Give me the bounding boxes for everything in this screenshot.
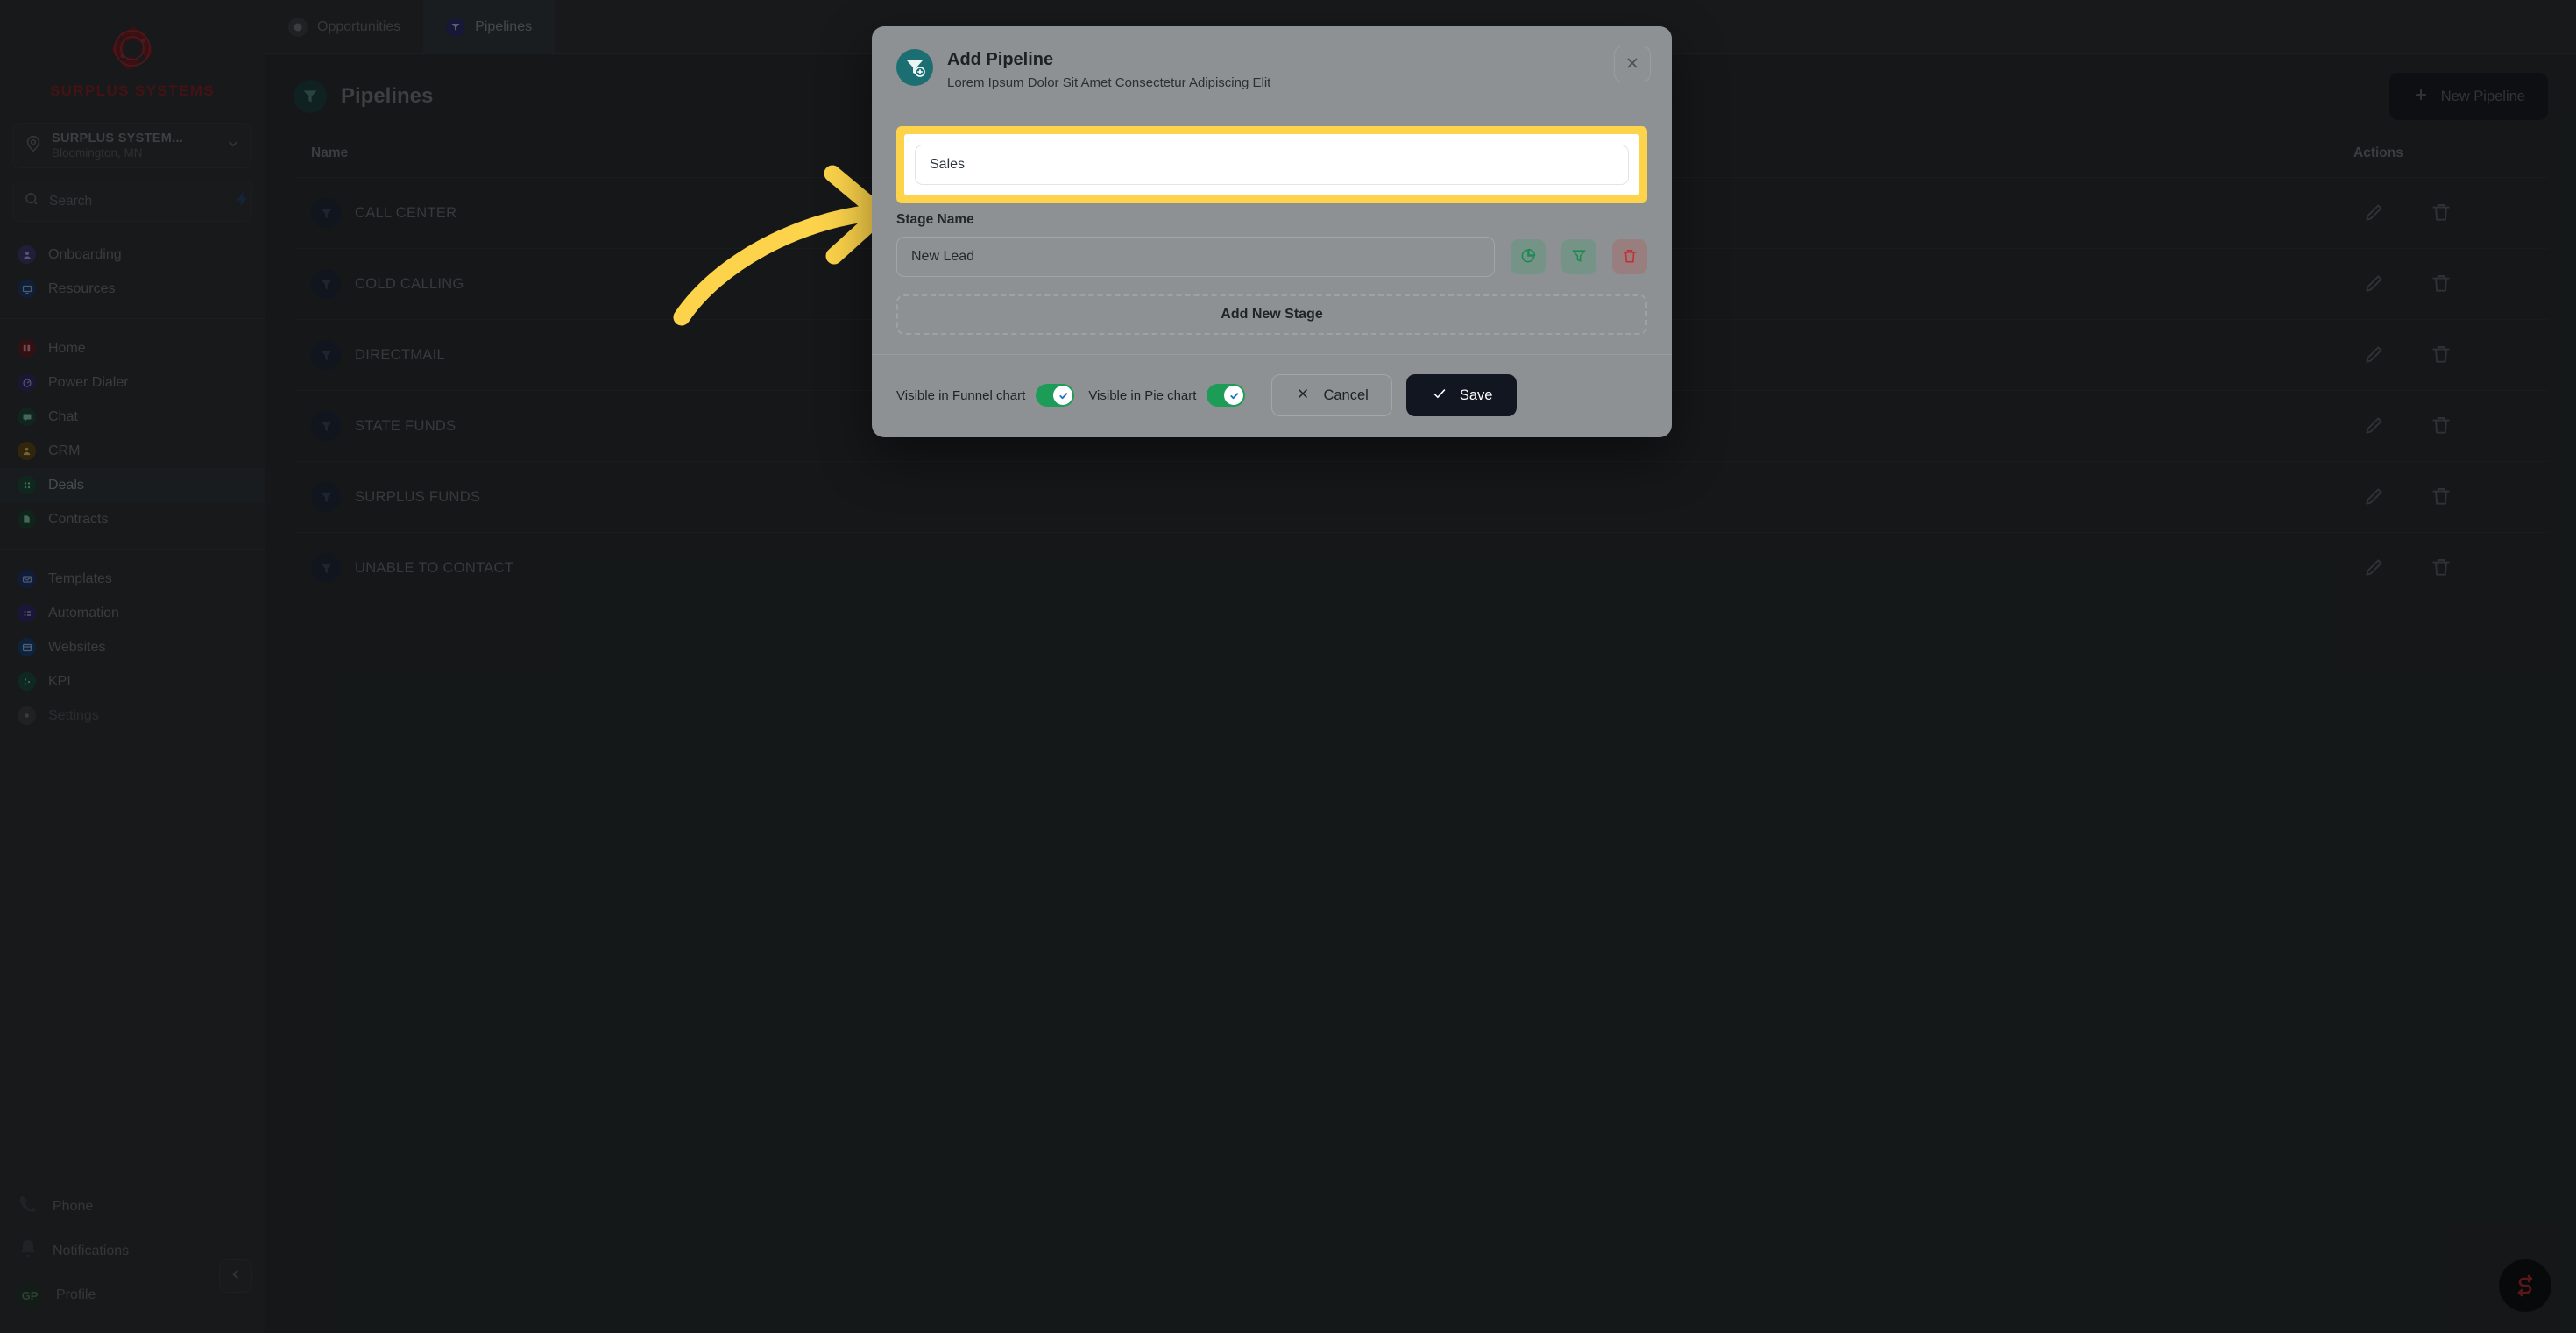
add-new-stage-button[interactable]: Add New Stage [896,294,1647,335]
save-label: Save [1459,386,1493,403]
visible-in-funnel-chart-toggle[interactable] [1036,384,1075,407]
modal-close-button[interactable] [1614,46,1651,82]
funnel-toggle-label: Visible in Funnel chart [896,387,1026,403]
pie-chart-icon [1519,247,1537,267]
stage-name-label: Stage Name [896,212,974,227]
check-icon [1053,386,1073,405]
stage-name-input[interactable] [896,237,1495,277]
modal-subtitle: Lorem Ipsum Dolor Sit Amet Consectetur A… [947,75,1271,90]
pie-visibility-group: Visible in Pie chart [1088,384,1246,407]
modal-title: Add Pipeline [947,50,1054,69]
close-icon [1624,54,1641,74]
pipeline-name-highlight [896,126,1647,203]
stage-delete-button[interactable] [1612,239,1647,274]
stage-pie-chart-button[interactable] [1511,239,1546,274]
trash-icon [1621,247,1638,267]
pie-toggle-label: Visible in Pie chart [1088,387,1197,403]
pipeline-name-input[interactable] [915,145,1629,185]
stage-funnel-button[interactable] [1561,239,1596,274]
check-icon [1431,385,1447,406]
funnel-visibility-group: Visible in Funnel chart [896,384,1075,407]
funnel-icon [1570,247,1588,267]
add-pipeline-icon [896,49,933,86]
check-icon [1224,386,1244,405]
stage-row [896,237,1647,277]
modal-footer: Visible in Funnel chart Visible in Pie c… [872,355,1672,437]
modal-header: Add Pipeline Lorem Ipsum Dolor Sit Amet … [872,26,1672,110]
cancel-button[interactable]: Cancel [1271,374,1392,416]
app-root: SURPLUS SYSTEMS SURPLUS SYSTEM... Bloomi… [0,0,2576,1333]
cancel-label: Cancel [1323,386,1369,403]
visible-in-pie-chart-toggle[interactable] [1207,384,1246,407]
add-pipeline-modal: Add Pipeline Lorem Ipsum Dolor Sit Amet … [872,26,1672,437]
modal-body: Stage Name [872,110,1672,354]
save-button[interactable]: Save [1405,374,1518,416]
close-icon [1295,386,1311,406]
